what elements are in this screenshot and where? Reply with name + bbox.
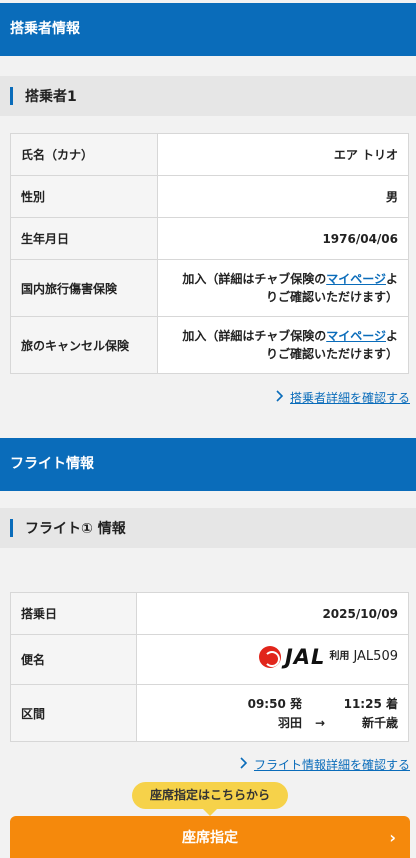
cancel-insurance-value: 加入（詳細はチャブ保険のマイページよ りご確認いただけます） [157,316,409,374]
date-label: 搭乗日 [10,592,137,635]
airline-logo-text: JAL [284,645,326,669]
arrival-time-value: 11:25 [343,696,382,711]
gender-label: 性別 [10,175,158,218]
insurance-text: よ [385,272,398,286]
flight-table: 搭乗日 2025/10/09 便名 JAL 利用 JAL509 区間 09:50… [10,592,409,742]
departure-time-value: 09:50 [247,696,286,711]
table-row: 搭乗日 2025/10/09 [10,592,409,635]
arrival-time: 11:25 着 [338,695,398,713]
passenger-table: 氏名（カナ） エア トリオ 性別 男 生年月日 1976/04/06 国内旅行傷… [10,133,409,374]
passenger-detail-link[interactable]: 搭乗者詳細を確認する [276,389,410,406]
route-grid: 09:50 発 11:25 着 羽田 → 新千歳 [137,695,398,732]
table-row: 区間 09:50 発 11:25 着 羽田 → 新千歳 [10,684,409,742]
airline-info: JAL 利用 JAL509 [258,645,398,669]
cancel-insurance-label: 旅のキャンセル保険 [10,316,158,374]
name-label: 氏名（カナ） [10,133,158,176]
flight-subtitle: フライト① 情報 [25,521,126,537]
chevron-right-icon: › [389,827,396,847]
route-value: 09:50 発 11:25 着 羽田 → 新千歳 [136,684,409,742]
subheader-accent-bar [10,87,13,105]
subheader-accent-bar [10,519,13,537]
domestic-insurance-value: 加入（詳細はチャブ保険のマイページよ りご確認いただけます） [157,259,409,317]
seat-selection-button[interactable]: 座席指定 › [10,816,410,858]
mypage-link[interactable]: マイページ [326,272,386,286]
flight-detail-link[interactable]: フライト情報詳細を確認する [240,756,410,773]
departure-suffix: 発 [289,696,302,711]
jal-crane-icon [258,646,281,668]
departure-time: 09:50 発 [242,695,302,713]
seat-tooltip: 座席指定はこちらから [132,782,288,816]
chevron-right-icon [276,389,284,406]
passenger-detail-link-text[interactable]: 搭乗者詳細を確認する [290,389,410,406]
domestic-insurance-label: 国内旅行傷害保険 [10,259,158,317]
passenger-subtitle: 搭乗者1 [25,89,77,105]
route-label: 区間 [10,684,137,742]
table-row: 氏名（カナ） エア トリオ [10,133,409,176]
insurance-text: りご確認いただけます） [265,290,398,304]
gender-value: 男 [157,175,409,218]
flight-number-label: 便名 [10,634,137,685]
insurance-text: 加入（詳細はチャブ保険の [182,272,327,286]
flight-subheader: フライト① 情報 [0,508,416,548]
flight-number: JAL509 [353,649,398,664]
date-value: 2025/10/09 [136,592,409,635]
birthdate-value: 1976/04/06 [157,217,409,260]
insurance-text: よ [385,329,398,343]
flight-section-header: フライト情報 [0,438,416,491]
passenger-subheader: 搭乗者1 [0,76,416,116]
route-spacer [302,695,338,713]
departure-airport: 羽田 [277,715,302,730]
name-value: エア トリオ [157,133,409,176]
route-arrow: → [314,715,326,730]
flight-section-title: フライト情報 [10,456,94,472]
arrival-suffix: 着 [385,696,398,711]
insurance-text: りご確認いただけます） [265,347,398,361]
chevron-right-icon [240,756,248,773]
passenger-section-title: 搭乗者情報 [10,21,80,37]
table-row: 性別 男 [10,175,409,218]
insurance-text: 加入（詳細はチャブ保険の [182,329,327,343]
arrival-airport: 新千歳 [361,715,398,730]
birthdate-label: 生年月日 [10,217,158,260]
passenger-section-header: 搭乗者情報 [0,3,416,56]
table-row: 便名 JAL 利用 JAL509 [10,634,409,685]
airline-use-label: 利用 [329,651,350,662]
flight-number-value: JAL 利用 JAL509 [136,634,409,685]
mypage-link[interactable]: マイページ [326,329,386,343]
table-row: 生年月日 1976/04/06 [10,217,409,260]
flight-detail-link-text[interactable]: フライト情報詳細を確認する [254,756,410,773]
table-row: 国内旅行傷害保険 加入（詳細はチャブ保険のマイページよ りご確認いただけます） [10,259,409,317]
table-row: 旅のキャンセル保険 加入（詳細はチャブ保険のマイページよ りご確認いただけます） [10,316,409,374]
seat-button-label: 座席指定 [182,830,238,846]
